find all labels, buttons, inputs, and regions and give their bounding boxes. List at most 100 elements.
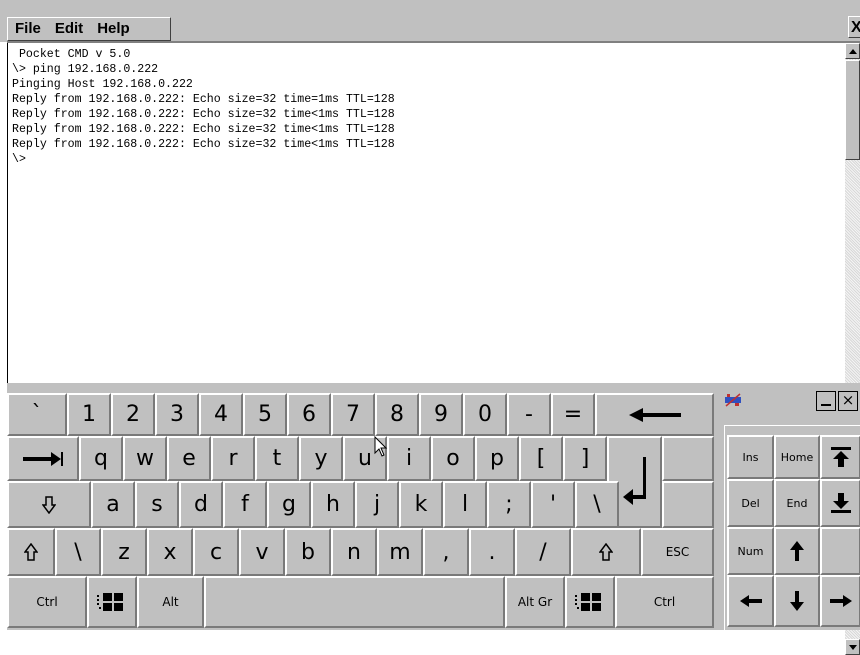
space-key[interactable] xyxy=(204,576,505,628)
left-arrow-key[interactable] xyxy=(727,575,774,627)
key-f[interactable]: f xyxy=(223,481,267,528)
key-k[interactable]: k xyxy=(399,481,443,528)
scroll-up-button[interactable] xyxy=(845,43,860,59)
right-shift-key[interactable] xyxy=(571,528,641,576)
menu-edit[interactable]: Edit xyxy=(48,18,90,40)
key-z[interactable]: z xyxy=(101,528,147,576)
windows-key-right[interactable] xyxy=(565,576,615,628)
key-3[interactable]: 3 xyxy=(155,393,199,436)
key-w[interactable]: w xyxy=(123,436,167,481)
key-p[interactable]: p xyxy=(475,436,519,481)
console-line: \> xyxy=(12,153,26,166)
up-arrow-key[interactable] xyxy=(774,527,820,575)
key-9[interactable]: 9 xyxy=(419,393,463,436)
key-8[interactable]: 8 xyxy=(375,393,419,436)
key-g[interactable]: g xyxy=(267,481,311,528)
key-x[interactable]: x xyxy=(147,528,193,576)
key-left-bracket[interactable]: [ xyxy=(519,436,563,481)
caps-lock-icon xyxy=(42,495,56,514)
menu-file[interactable]: File xyxy=(8,18,48,40)
home-key[interactable]: Home xyxy=(774,435,820,479)
tab-key[interactable] xyxy=(7,436,79,481)
esc-key[interactable]: ESC xyxy=(641,528,714,576)
blank-nav-key[interactable] xyxy=(820,527,860,575)
minimize-button[interactable] xyxy=(816,391,836,411)
windows-logo-icon xyxy=(97,593,123,611)
key-y[interactable]: y xyxy=(299,436,343,481)
key-quote[interactable]: ' xyxy=(531,481,575,528)
backspace-arrow-icon xyxy=(628,407,681,422)
key-e[interactable]: e xyxy=(167,436,211,481)
left-ctrl-key[interactable]: Ctrl xyxy=(7,576,87,628)
ins-key[interactable]: Ins xyxy=(727,435,774,479)
key-b[interactable]: b xyxy=(285,528,331,576)
menu-bar: File Edit Help X xyxy=(0,0,860,43)
nav-close-button[interactable]: × xyxy=(838,391,858,411)
key-1[interactable]: 1 xyxy=(67,393,111,436)
key-t[interactable]: t xyxy=(255,436,299,481)
page-up-icon xyxy=(830,447,851,467)
down-arrow-key[interactable] xyxy=(774,575,820,627)
end-key[interactable]: End xyxy=(774,479,820,527)
key-equals[interactable]: = xyxy=(551,393,595,436)
key-o[interactable]: o xyxy=(431,436,475,481)
key-a[interactable]: a xyxy=(91,481,135,528)
key-semicolon[interactable]: ; xyxy=(487,481,531,528)
key-h[interactable]: h xyxy=(311,481,355,528)
console-line: Pocket CMD v 5.0 xyxy=(12,48,131,61)
close-button[interactable]: X xyxy=(848,16,860,38)
key-0[interactable]: 0 xyxy=(463,393,507,436)
right-ctrl-key[interactable]: Ctrl xyxy=(615,576,714,628)
alt-gr-key[interactable]: Alt Gr xyxy=(505,576,565,628)
arrow-right-icon xyxy=(829,595,852,607)
key-5[interactable]: 5 xyxy=(243,393,287,436)
caps-lock-key[interactable] xyxy=(7,481,91,528)
windows-key[interactable] xyxy=(87,576,137,628)
key-c[interactable]: c xyxy=(193,528,239,576)
key-s[interactable]: s xyxy=(135,481,179,528)
key-q[interactable]: q xyxy=(79,436,123,481)
key-r[interactable]: r xyxy=(211,436,255,481)
blank-key[interactable] xyxy=(662,481,714,528)
key-l[interactable]: l xyxy=(443,481,487,528)
del-key[interactable]: Del xyxy=(727,479,774,527)
num-key[interactable]: Num xyxy=(727,527,774,575)
key-6[interactable]: 6 xyxy=(287,393,331,436)
backspace-key[interactable] xyxy=(595,393,714,436)
key-2[interactable]: 2 xyxy=(111,393,155,436)
key-minus[interactable]: - xyxy=(507,393,551,436)
enter-arrow-icon xyxy=(622,457,646,505)
blank-key[interactable] xyxy=(662,436,714,481)
console-output[interactable]: Pocket CMD v 5.0 \> ping 192.168.0.222 P… xyxy=(7,43,846,383)
left-shift-key[interactable] xyxy=(7,528,55,576)
page-down-key[interactable] xyxy=(820,479,860,527)
shift-icon xyxy=(599,543,613,561)
key-period[interactable]: . xyxy=(469,528,515,576)
menu-help[interactable]: Help xyxy=(90,18,137,40)
windows-logo-icon xyxy=(575,593,601,611)
key-v[interactable]: v xyxy=(239,528,285,576)
key-backslash[interactable]: \ xyxy=(575,481,619,528)
key-d[interactable]: d xyxy=(179,481,223,528)
console-line: Reply from 192.168.0.222: Echo size=32 t… xyxy=(12,93,395,106)
key-n[interactable]: n xyxy=(331,528,377,576)
key-slash[interactable]: / xyxy=(515,528,571,576)
key-i[interactable]: i xyxy=(387,436,431,481)
key-4[interactable]: 4 xyxy=(199,393,243,436)
key-backslash-2[interactable]: \ xyxy=(55,528,101,576)
key-7[interactable]: 7 xyxy=(331,393,375,436)
key-comma[interactable]: , xyxy=(423,528,469,576)
key-backtick[interactable]: ` xyxy=(7,393,67,436)
page-down-icon xyxy=(830,493,851,513)
arrow-up-icon xyxy=(790,541,804,561)
nav-keys: Ins Home Del End Num xyxy=(724,425,860,630)
scroll-thumb[interactable] xyxy=(845,60,860,160)
left-alt-key[interactable]: Alt xyxy=(137,576,204,628)
page-up-key[interactable] xyxy=(820,435,860,479)
key-j[interactable]: j xyxy=(355,481,399,528)
scroll-down-button[interactable] xyxy=(845,639,860,655)
key-right-bracket[interactable]: ] xyxy=(563,436,607,481)
mouse-cursor-icon xyxy=(374,436,388,457)
key-m[interactable]: m xyxy=(377,528,423,576)
right-arrow-key[interactable] xyxy=(820,575,860,627)
